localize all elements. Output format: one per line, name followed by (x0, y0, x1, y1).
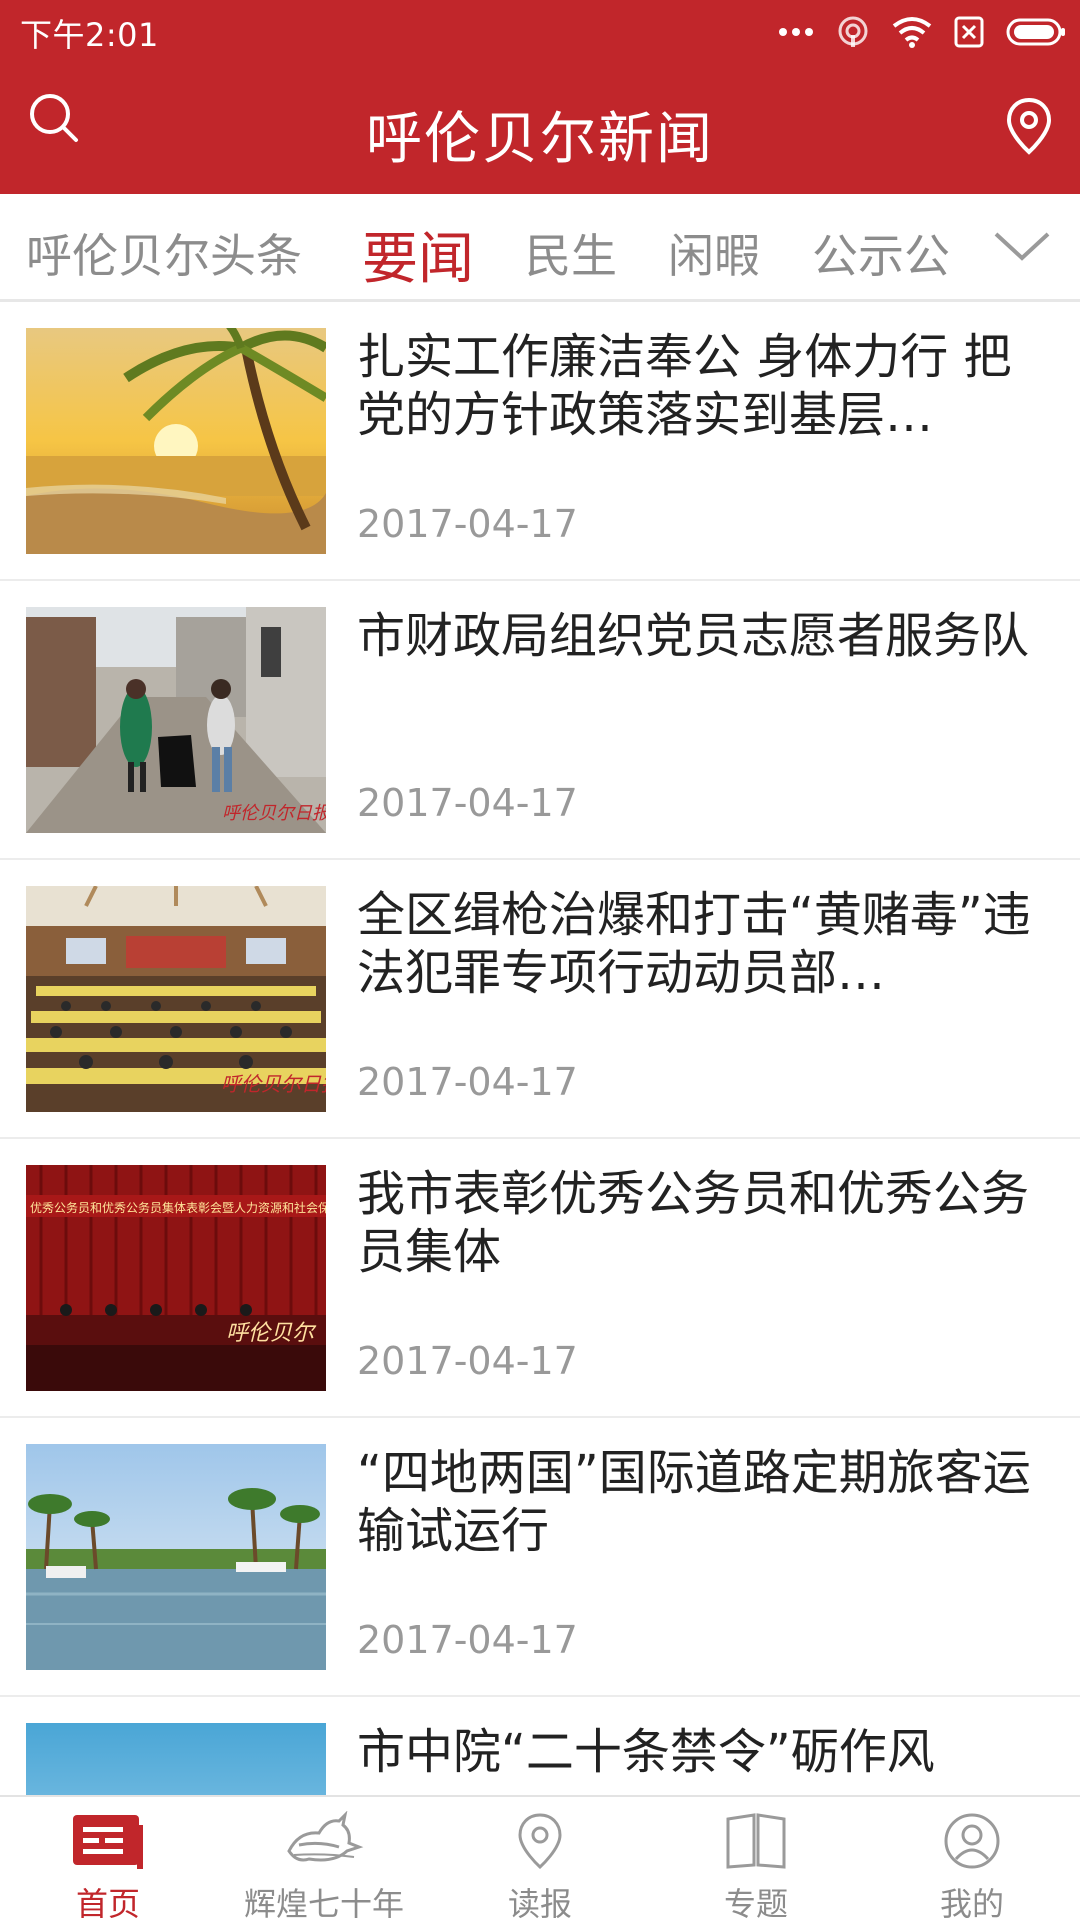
category-tabs: 呼伦贝尔头条 要闻 民生 闲暇 公示公 (0, 194, 1080, 302)
nav-home[interactable]: 首页 (0, 1797, 216, 1920)
status-icons (778, 12, 1066, 52)
award-ceremony-stage-image: 优秀公务员和优秀公务员集体表彰会暨人力资源和社会保障工作 呼伦贝尔 (26, 1165, 326, 1391)
tab-public-notice[interactable]: 公示公 (812, 220, 950, 286)
app-title: 呼伦贝尔新闻 (366, 107, 714, 172)
more-tabs-button[interactable] (992, 220, 1052, 270)
home-news-icon (71, 1811, 145, 1875)
location-pin-icon (515, 1811, 565, 1875)
nav-topics[interactable]: 专题 (648, 1797, 864, 1920)
news-title: 市财政局组织党员志愿者服务队 (357, 608, 1030, 664)
status-time: 下午2:01 (20, 16, 159, 54)
news-item[interactable]: 扎实工作廉洁奉公 身体力行 把党的方针政策落实到基层… 2017-04-17 (0, 302, 1080, 581)
conference-hall-image: 呼伦贝尔日报 (26, 886, 326, 1112)
nav-mine[interactable]: 我的 (864, 1797, 1080, 1920)
more-dots-icon (778, 26, 814, 38)
news-date: 2017-04-17 (357, 1060, 578, 1104)
tab-headlines[interactable]: 呼伦贝尔头条 (26, 220, 302, 286)
app-screen: 下午2:01 呼伦贝尔新闻 呼伦贝尔头条 要闻 民生 闲暇 公示公 扎实工作廉洁… (0, 0, 1080, 1920)
horse-icon (279, 1810, 369, 1875)
tab-leisure[interactable]: 闲暇 (668, 220, 760, 286)
battery-icon (1006, 18, 1066, 46)
news-date: 2017-04-17 (357, 781, 578, 825)
app-header: 呼伦贝尔新闻 (0, 62, 1080, 194)
tab-livelihood[interactable]: 民生 (525, 220, 617, 286)
user-avatar-icon (942, 1811, 1002, 1875)
status-bar: 下午2:01 (0, 0, 1080, 62)
news-title: 全区缉枪治爆和打击“黄赌毒”违法犯罪专项行动动员部… (357, 887, 1031, 1001)
svg-text:呼伦贝尔日报: 呼伦贝尔日报 (222, 803, 326, 824)
news-title: 市中院“二十条禁令”砺作风 (357, 1724, 935, 1780)
news-title: 我市表彰优秀公务员和优秀公务员集体 (357, 1166, 1030, 1280)
nav-label: 首页 (75, 1885, 140, 1920)
news-date: 2017-04-17 (357, 502, 578, 546)
svg-text:呼伦贝尔: 呼伦贝尔 (226, 1321, 317, 1346)
nav-label: 辉煌七十年 (243, 1885, 404, 1920)
chevron-down-icon (992, 232, 1052, 274)
tab-important-news[interactable]: 要闻 (362, 214, 474, 295)
nav-label: 读报 (507, 1885, 572, 1920)
bottom-nav: 首页 辉煌七十年 读报 专题 我的 (0, 1795, 1080, 1920)
top-bar: 下午2:01 呼伦贝尔新闻 (0, 0, 1080, 194)
volunteers-alley-image: 呼伦贝尔日报 (26, 607, 326, 833)
open-book-icon (724, 1811, 788, 1875)
nav-label: 专题 (723, 1885, 788, 1920)
palm-waterway-image (26, 1444, 326, 1670)
news-item[interactable]: 呼伦贝尔日报 市财政局组织党员志愿者服务队 2017-04-17 (0, 581, 1080, 860)
palm-beach-sunset-image (26, 328, 326, 554)
svg-text:优秀公务员和优秀公务员集体表彰会暨人力资源和社会保障工作: 优秀公务员和优秀公务员集体表彰会暨人力资源和社会保障工作 (30, 1200, 326, 1215)
news-item[interactable]: 呼伦贝尔日报 全区缉枪治爆和打击“黄赌毒”违法犯罪专项行动动员部… 2017-0… (0, 860, 1080, 1139)
location-button[interactable] (1004, 96, 1054, 156)
svg-text:呼伦贝尔日报: 呼伦贝尔日报 (221, 1072, 326, 1096)
wifi-icon (892, 16, 932, 48)
location-pin-icon (1004, 97, 1054, 160)
news-item[interactable]: “四地两国”国际道路定期旅客运输试运行 2017-04-17 (0, 1418, 1080, 1697)
no-sim-icon (954, 16, 984, 48)
news-date: 2017-04-17 (357, 1339, 578, 1383)
news-list: 扎实工作廉洁奉公 身体力行 把党的方针政策落实到基层… 2017-04-17 呼… (0, 302, 1080, 1920)
news-item[interactable]: 优秀公务员和优秀公务员集体表彰会暨人力资源和社会保障工作 呼伦贝尔 我市表彰优秀… (0, 1139, 1080, 1418)
hotspot-icon (836, 15, 870, 49)
nav-read-paper[interactable]: 读报 (432, 1797, 648, 1920)
nav-label: 我的 (939, 1885, 1004, 1920)
nav-glory-70-years[interactable]: 辉煌七十年 (216, 1797, 432, 1920)
news-date: 2017-04-17 (357, 1618, 578, 1662)
news-title: “四地两国”国际道路定期旅客运输试运行 (357, 1445, 1031, 1559)
news-title: 扎实工作廉洁奉公 身体力行 把党的方针政策落实到基层… (357, 329, 1012, 443)
